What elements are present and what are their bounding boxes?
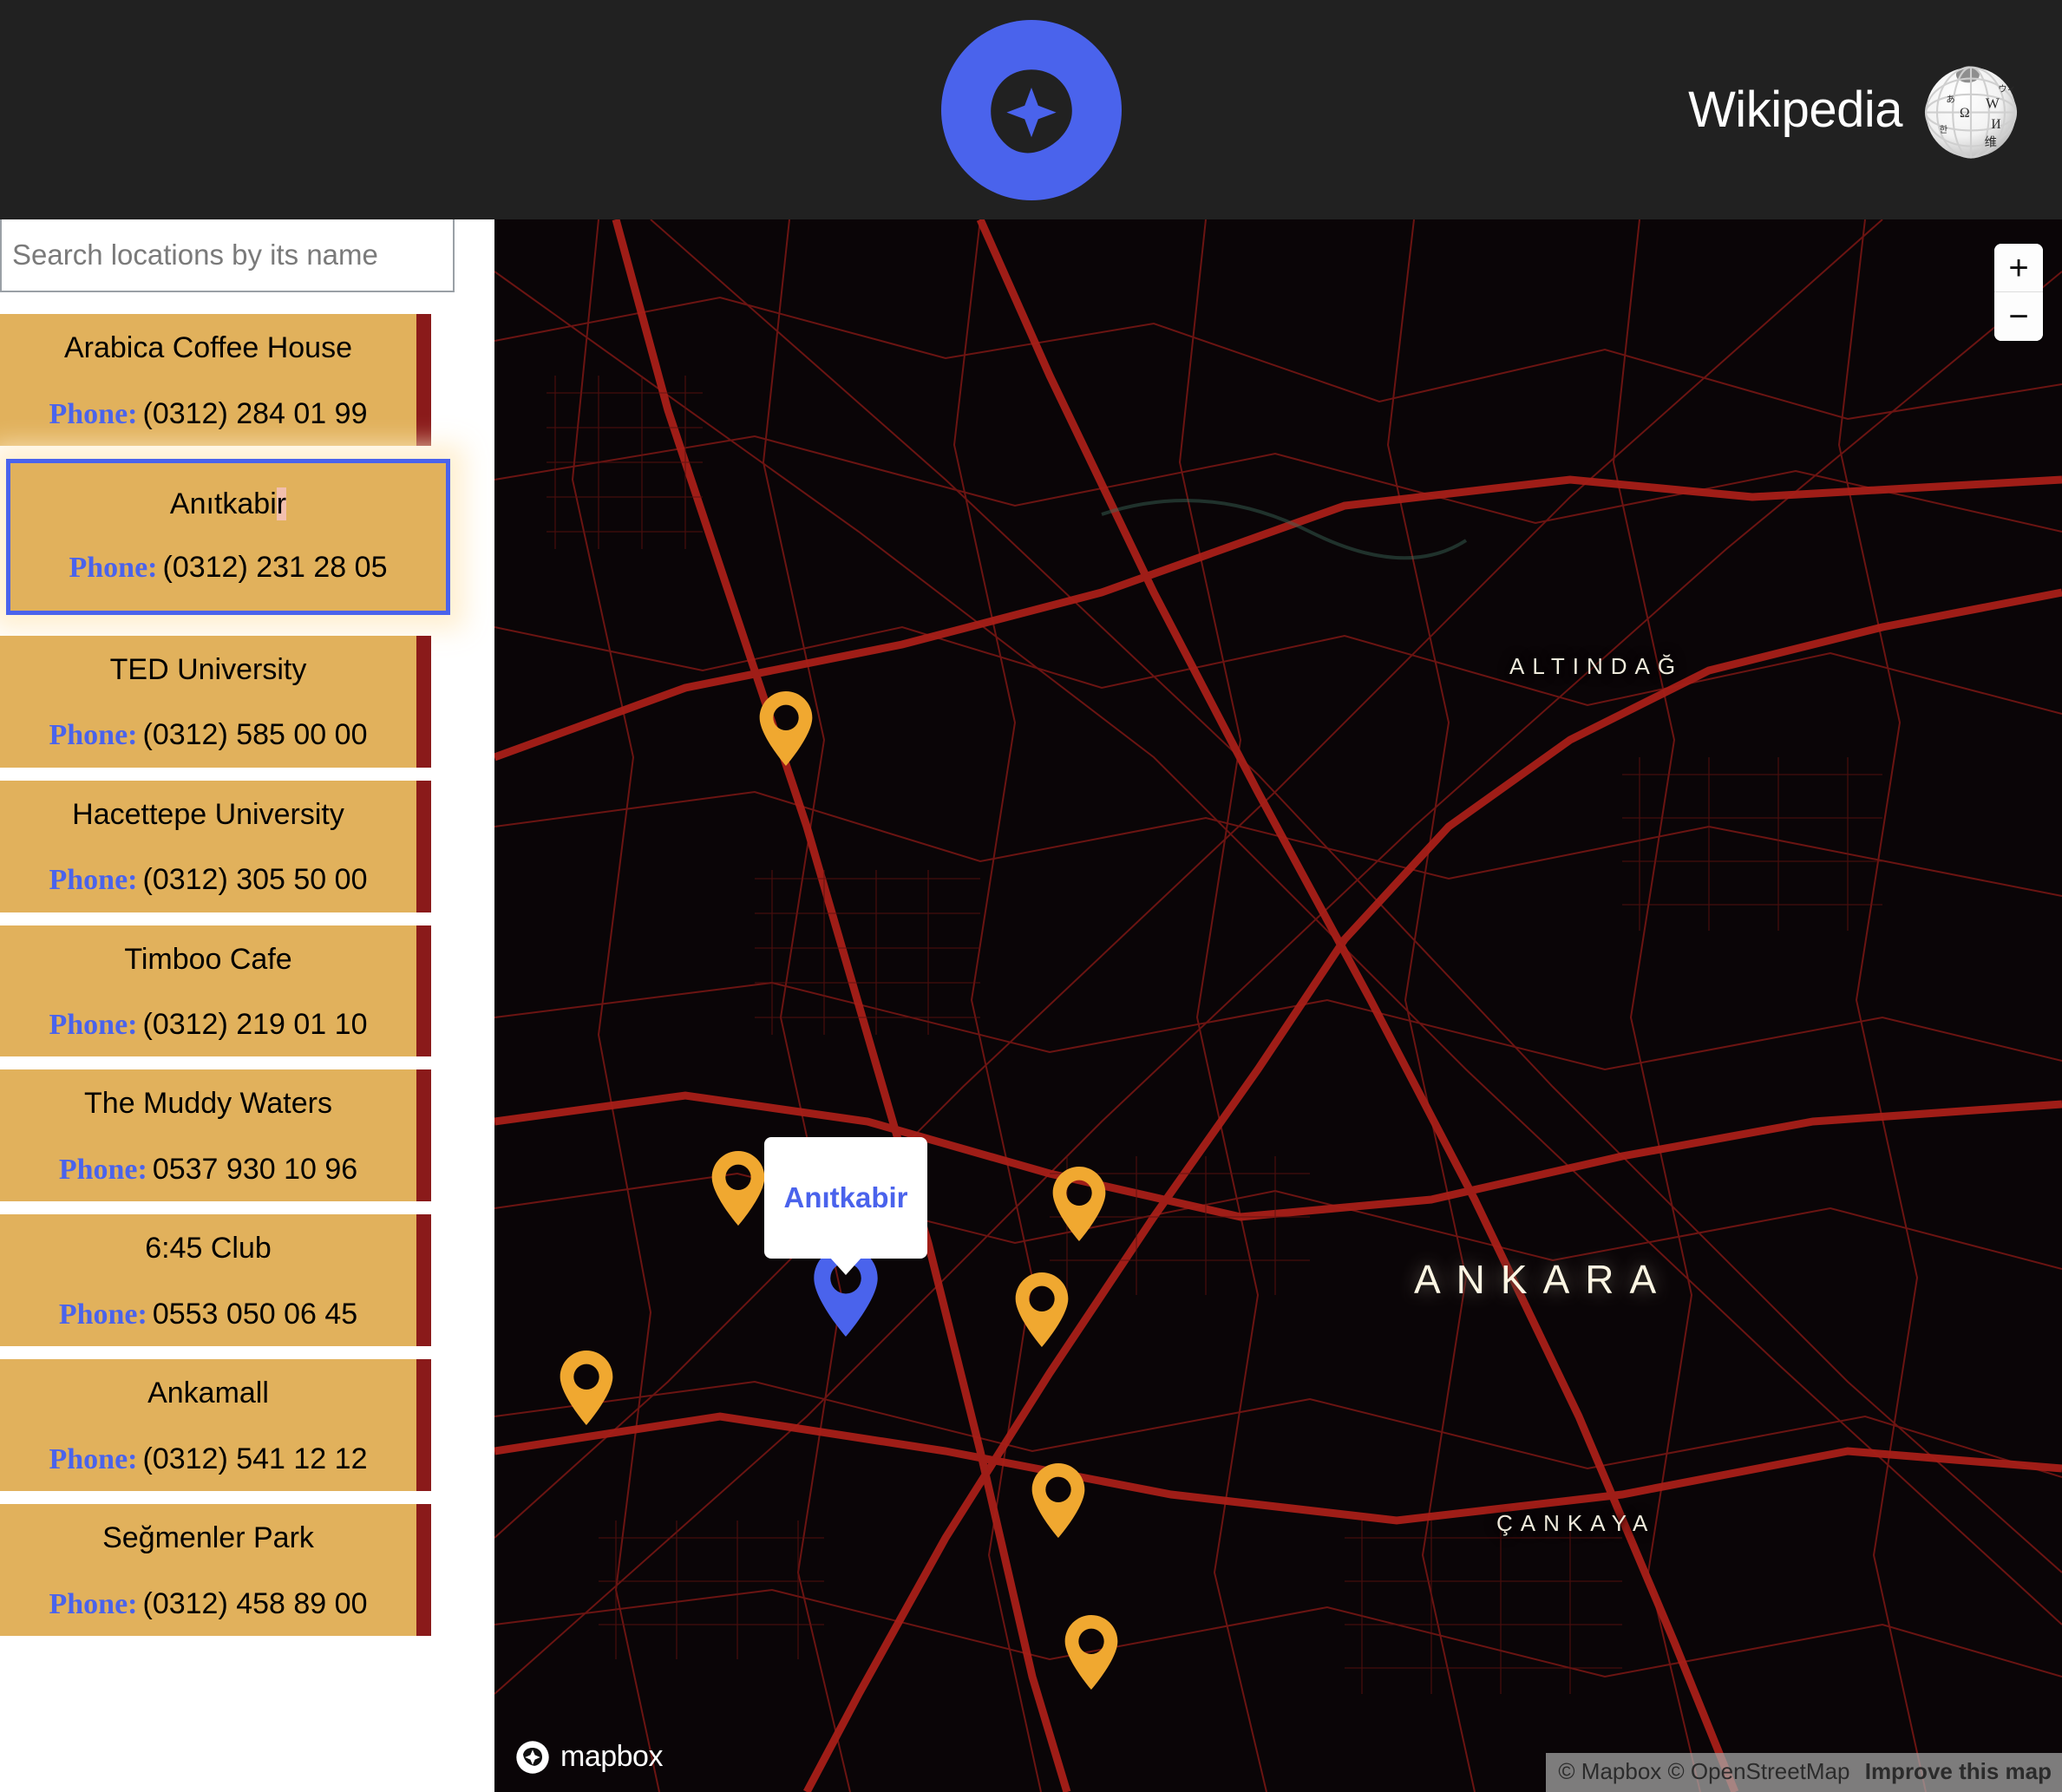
map-tiles [494,219,2062,1792]
map-pin-star-logo-icon[interactable] [940,19,1122,200]
location-phone: Phone: (0312) 305 50 00 [0,863,416,897]
location-card[interactable]: The Muddy Waters Phone: 0537 930 10 96 [0,1069,431,1202]
phone-number: (0312) 305 50 00 [142,863,368,897]
map-popup[interactable]: Anıtkabir [764,1137,927,1275]
location-name: Anıtkabir [169,487,287,520]
location-card[interactable]: Anıtkabir Phone: (0312) 231 28 05 [6,458,450,615]
phone-number: (0312) 231 28 05 [162,551,388,585]
location-name: The Muddy Waters [84,1087,332,1121]
location-card[interactable]: 6:45 Club Phone: 0553 050 06 45 [0,1214,431,1347]
zoom-in-button[interactable]: + [1994,244,2043,292]
location-name: Arabica Coffee House [63,331,352,364]
map-marker[interactable] [1064,1615,1118,1690]
phone-number: (0312) 284 01 99 [142,396,368,430]
svg-text:mapbox: mapbox [560,1740,663,1773]
svg-text:Ω: Ω [1960,105,1970,120]
phone-label: Phone: [49,397,138,430]
phone-number: 0553 050 06 45 [152,1297,358,1331]
search-input[interactable] [0,219,455,292]
location-card[interactable]: Timboo Cafe Phone: (0312) 219 01 10 [0,925,431,1057]
svg-text:И: И [1991,116,2000,131]
phone-label: Phone: [49,1009,138,1042]
location-name: Ankamall [147,1377,269,1410]
phone-label: Phone: [58,1298,147,1331]
location-phone: Phone: 0553 050 06 45 [0,1298,416,1331]
attribution-mapbox[interactable]: © Mapbox [1558,1758,1661,1784]
location-name: Timboo Cafe [124,942,292,976]
wikipedia-globe-icon: W Ω И 维 あ ウィ 한 [1924,65,2018,159]
phone-number: (0312) 585 00 00 [142,718,368,752]
location-phone: Phone: (0312) 458 89 00 [0,1586,416,1620]
location-phone: Phone: (0312) 541 12 12 [0,1442,416,1475]
location-phone: Phone: (0312) 219 01 10 [0,1008,416,1042]
wikipedia-label: Wikipedia [1688,81,1902,138]
location-name: 6:45 Club [145,1232,272,1266]
map-marker[interactable] [1015,1272,1069,1347]
svg-text:한: 한 [1940,125,1948,135]
svg-text:W: W [1986,95,2000,111]
attribution-improve-link[interactable]: Improve this map [1865,1758,2052,1784]
map-marker[interactable] [711,1151,765,1226]
app-header: Wikipedia W Ω И 维 あ ウィ 한 [0,0,2062,219]
mapbox-mark-icon [516,1741,549,1774]
location-card[interactable]: Arabica Coffee House Phone: (0312) 284 01 … [0,314,431,446]
svg-text:あ: あ [1946,94,1954,104]
location-name: TED University [109,652,307,686]
location-name: Hacettepe University [72,797,344,831]
map-attribution[interactable]: © Mapbox © OpenStreetMap Improve this ma… [1546,1753,2062,1792]
map-view[interactable]: + − mapbox © Mapbox © OpenStreetMap Impr… [494,219,2062,1792]
location-phone: Phone: (0312) 585 00 00 [0,718,416,752]
phone-label: Phone: [58,1153,147,1186]
phone-label: Phone: [49,719,138,752]
svg-text:ウィ: ウィ [1998,84,2016,95]
phone-label: Phone: [49,1587,138,1620]
mapbox-logo[interactable]: mapbox [514,1738,695,1776]
location-phone: Phone: 0537 930 10 96 [0,1152,416,1186]
locations-sidebar: Arabica Coffee HousePhone:(0312) 284 01 … [0,219,494,1792]
search-wrapper [0,219,494,292]
zoom-controls[interactable]: + − [1994,244,2043,341]
map-marker[interactable] [560,1351,613,1425]
map-popup-title: Anıtkabir [783,1181,908,1213]
svg-text:维: 维 [1985,134,1997,149]
phone-number: (0312) 541 12 12 [142,1442,368,1475]
location-phone: Phone: (0312) 231 28 05 [10,551,446,585]
phone-number: (0312) 219 01 10 [142,1008,368,1042]
map-marker[interactable] [1052,1167,1106,1241]
map-marker[interactable] [759,691,813,766]
location-phone: Phone: (0312) 284 01 99 [0,396,416,430]
location-card[interactable]: Seğmenler Park Phone: (0312) 458 89 00 [0,1504,431,1637]
location-name: Seğmenler Park [102,1521,314,1555]
phone-number: (0312) 458 89 00 [142,1586,368,1620]
location-card-list: Arabica Coffee House Phone: (0312) 284 01 … [0,314,494,1637]
app-root: Wikipedia W Ω И 维 あ ウィ 한 Search location… [0,0,2062,1792]
location-card[interactable]: TED University Phone: (0312) 585 00 00 [0,635,431,768]
mapbox-wordmark-icon: mapbox [560,1740,664,1773]
attribution-osm[interactable]: © OpenStreetMap [1668,1758,1850,1784]
app-body: Arabica Coffee HousePhone:(0312) 284 01 … [0,219,2062,1792]
phone-label: Phone: [69,552,158,585]
location-card[interactable]: Ankamall Phone: (0312) 541 12 12 [0,1359,431,1492]
zoom-out-button[interactable]: − [1994,292,2043,341]
phone-label: Phone: [49,864,138,897]
wikipedia-brand[interactable]: Wikipedia W Ω И 维 あ ウィ 한 [1688,54,2027,167]
location-card[interactable]: Hacettepe University Phone: (0312) 305 50 … [0,780,431,912]
phone-label: Phone: [49,1442,138,1475]
map-marker[interactable] [1031,1463,1085,1538]
phone-number: 0537 930 10 96 [152,1152,358,1186]
